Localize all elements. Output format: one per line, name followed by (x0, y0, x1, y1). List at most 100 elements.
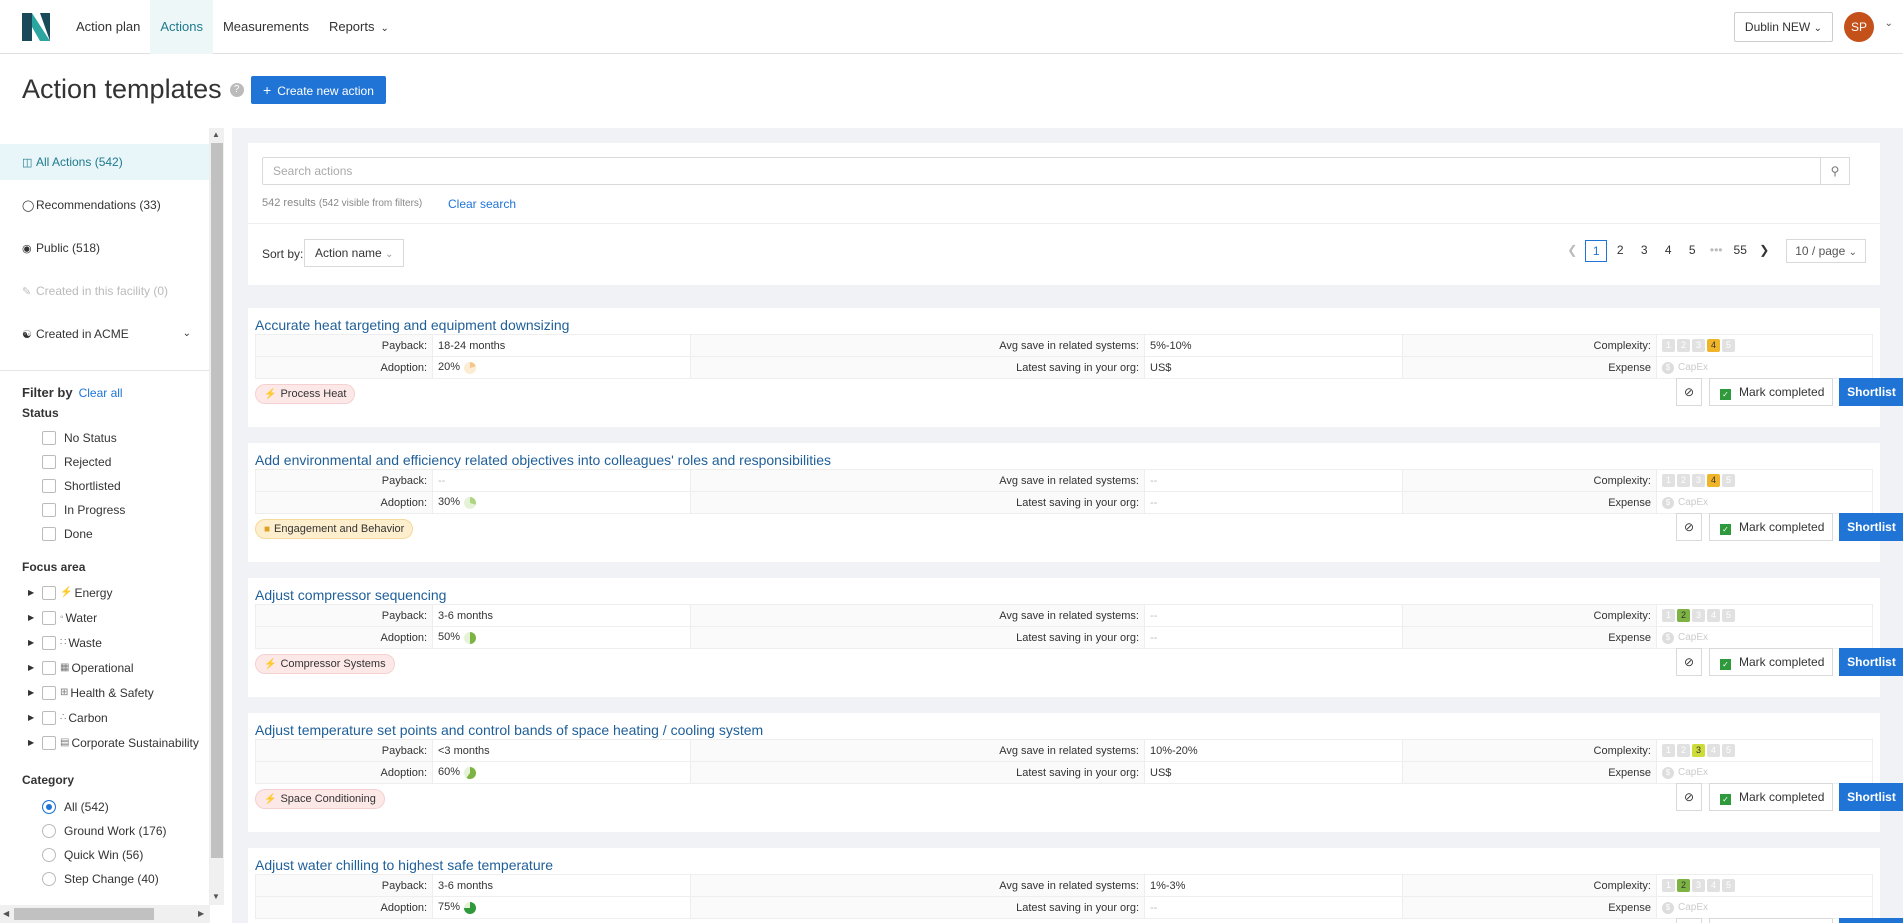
page-size-select[interactable]: 10 / page ⌄ (1786, 239, 1866, 263)
focus-water[interactable]: ▶ ◦ Water (0, 605, 209, 630)
shortlist-button[interactable]: Shortlist (1839, 513, 1903, 541)
shortlist-button[interactable]: Shortlist (1839, 648, 1903, 676)
shortlist-button[interactable]: Shortlist (1839, 783, 1903, 811)
focus-carbon[interactable]: ▶ ∴ Carbon (0, 705, 209, 730)
caret-right-icon[interactable]: ▶ (28, 713, 42, 722)
nav-reports[interactable]: Reports ⌄ (319, 0, 399, 54)
mark-completed-button[interactable]: ✓Mark completed (1709, 378, 1833, 406)
sidebar-horizontal-scrollbar-thumb[interactable] (14, 908, 154, 920)
status-label: Done (64, 527, 93, 541)
nav-actions[interactable]: Actions (150, 0, 213, 54)
page-2[interactable]: 2 (1609, 240, 1631, 262)
sidebar-item-public[interactable]: ◉ Public (518) (0, 230, 209, 266)
caret-right-icon[interactable]: ▶ (28, 738, 42, 747)
checkbox[interactable] (42, 527, 56, 541)
mark-completed-button[interactable]: ✓Mark completed (1709, 783, 1833, 811)
mark-completed-button[interactable]: ✓Mark completed (1709, 513, 1833, 541)
mark-completed-button[interactable]: ✓Mark completed (1709, 648, 1833, 676)
status-done[interactable]: Done (0, 522, 209, 546)
shortlist-button[interactable]: Shortlist (1839, 918, 1903, 923)
category-ground-work[interactable]: Ground Work (176) (0, 819, 209, 843)
caret-right-icon[interactable]: ▶ (28, 688, 42, 697)
action-title[interactable]: Adjust water chilling to highest safe te… (255, 857, 553, 873)
shortlist-button[interactable]: Shortlist (1839, 378, 1903, 406)
focus-energy[interactable]: ▶ ⚡ Energy (0, 580, 209, 605)
checkbox[interactable] (42, 610, 56, 625)
sort-value: Action name (315, 246, 382, 260)
checkbox[interactable] (42, 479, 56, 493)
scroll-left-icon[interactable]: ◀ (3, 909, 9, 918)
category-all[interactable]: All (542) (0, 795, 209, 819)
complexity-level-1: 1 (1662, 339, 1675, 352)
hide-button[interactable]: ⊘ (1676, 513, 1702, 541)
radio-selected[interactable] (42, 800, 56, 814)
checkbox[interactable] (42, 710, 56, 725)
page-ellipsis[interactable]: ••• (1705, 240, 1727, 262)
focus-waste[interactable]: ▶ ∷ Waste (0, 630, 209, 655)
scroll-right-icon[interactable]: ▶ (198, 909, 204, 918)
hide-button[interactable]: ⊘ (1676, 783, 1702, 811)
capex-label: CapEx (1678, 902, 1709, 913)
page-4[interactable]: 4 (1657, 240, 1679, 262)
page-1[interactable]: 1 (1585, 240, 1608, 262)
checkbox[interactable] (42, 503, 56, 517)
checkbox[interactable] (42, 431, 56, 445)
status-no-status[interactable]: No Status (0, 426, 209, 450)
help-icon[interactable]: ? (229, 82, 244, 97)
nav-action-plan[interactable]: Action plan (66, 0, 150, 54)
hide-button[interactable]: ⊘ (1676, 648, 1702, 676)
action-title[interactable]: Accurate heat targeting and equipment do… (255, 317, 569, 333)
nav-measurements[interactable]: Measurements (213, 0, 319, 54)
search-icon[interactable]: ⚲ (1820, 157, 1850, 185)
hide-button[interactable]: ⊘ (1676, 918, 1702, 923)
clear-search-link[interactable]: Clear search (448, 197, 516, 211)
focus-operational[interactable]: ▶ ▦ Operational (0, 655, 209, 680)
page-55[interactable]: 55 (1729, 240, 1751, 262)
sidebar-item-created-in-acme[interactable]: ☯ Created in ACME ⌄ (0, 316, 209, 352)
sidebar-scrollbar-thumb[interactable] (211, 143, 223, 858)
chevron-down-icon[interactable]: ⌄ (1885, 18, 1893, 29)
status-rejected[interactable]: Rejected (0, 450, 209, 474)
page-3[interactable]: 3 (1633, 240, 1655, 262)
caret-right-icon[interactable]: ▶ (28, 588, 42, 597)
scroll-up-icon[interactable]: ▲ (212, 130, 220, 139)
status-in-progress[interactable]: In Progress (0, 498, 209, 522)
category-step-change[interactable]: Step Change (40) (0, 867, 209, 891)
radio[interactable] (42, 848, 56, 862)
search-box[interactable]: ⚲ (262, 157, 1850, 185)
checkbox[interactable] (42, 685, 56, 700)
caret-right-icon[interactable]: ▶ (28, 613, 42, 622)
create-new-action-button[interactable]: + Create new action (251, 76, 386, 104)
scroll-down-icon[interactable]: ▼ (212, 892, 220, 901)
action-title[interactable]: Adjust temperature set points and contro… (255, 722, 763, 738)
checkbox[interactable] (42, 635, 56, 650)
prev-page-icon[interactable]: ❮ (1561, 240, 1583, 262)
clear-all-link[interactable]: Clear all (79, 386, 123, 400)
focus-health-safety[interactable]: ▶ ⊞ Health & Safety (0, 680, 209, 705)
sort-select[interactable]: Action name ⌄ (304, 239, 405, 267)
logo[interactable] (18, 9, 54, 45)
facility-select[interactable]: Dublin NEW ⌄ (1733, 12, 1833, 42)
caret-right-icon[interactable]: ▶ (28, 663, 42, 672)
radio[interactable] (42, 824, 56, 838)
action-title[interactable]: Add environmental and efficiency related… (255, 452, 831, 468)
checkbox[interactable] (42, 585, 56, 600)
caret-right-icon[interactable]: ▶ (28, 638, 42, 647)
status-shortlisted[interactable]: Shortlisted (0, 474, 209, 498)
page-5[interactable]: 5 (1681, 240, 1703, 262)
action-title[interactable]: Adjust compressor sequencing (255, 587, 446, 603)
status-label: Rejected (64, 455, 112, 469)
checkbox[interactable] (42, 660, 56, 675)
checkbox[interactable] (42, 735, 56, 750)
search-input[interactable] (263, 158, 1849, 184)
focus-corporate-sustainability[interactable]: ▶ ▤ Corporate Sustainability (0, 730, 209, 755)
avatar[interactable]: SP (1844, 12, 1874, 42)
sidebar-item-all-actions[interactable]: ◫ All Actions (542) (0, 144, 209, 180)
checkbox[interactable] (42, 455, 56, 469)
hide-button[interactable]: ⊘ (1676, 378, 1702, 406)
sidebar-item-recommendations[interactable]: ◯ Recommendations (33) (0, 187, 209, 223)
category-quick-win[interactable]: Quick Win (56) (0, 843, 209, 867)
radio[interactable] (42, 872, 56, 886)
mark-completed-button[interactable]: ✓Mark completed (1709, 918, 1833, 923)
next-page-icon[interactable]: ❯ (1753, 240, 1775, 262)
